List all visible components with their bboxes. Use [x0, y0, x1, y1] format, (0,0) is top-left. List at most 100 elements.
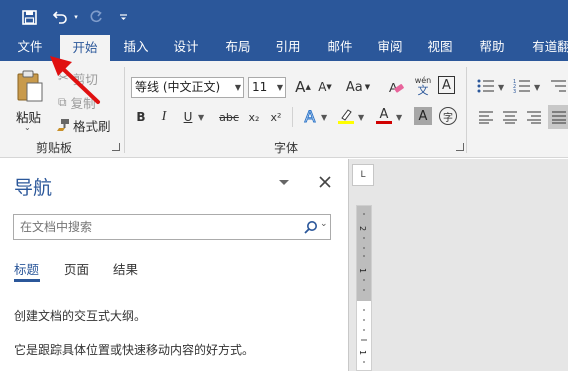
tab-review[interactable]: 审阅	[368, 33, 412, 61]
font-color-dropdown[interactable]: ▼	[396, 113, 402, 122]
clipboard-group-label: 剪贴板	[36, 141, 73, 155]
strikethrough-button[interactable]: abc	[218, 107, 240, 127]
undo-button[interactable]	[50, 6, 72, 28]
tab-stop-icon: L	[360, 170, 366, 180]
superscript-button[interactable]: x²	[266, 107, 286, 127]
underline-button[interactable]: U	[178, 107, 198, 127]
subscript-button[interactable]: x₂	[244, 107, 264, 127]
enclose-characters-icon: 字	[443, 112, 453, 124]
tab-mailings[interactable]: 邮件	[318, 33, 362, 61]
separator	[292, 107, 293, 127]
text-effects-dropdown[interactable]: ▼	[321, 113, 327, 122]
change-case-button[interactable]: Aa ▼	[344, 77, 372, 97]
tab-home[interactable]: 开始	[60, 35, 110, 61]
clear-formatting-icon: A	[389, 80, 404, 95]
tab-youdao[interactable]: 有道翻	[526, 33, 568, 61]
enclose-characters-button[interactable]: 字	[439, 107, 457, 125]
character-shading-button[interactable]: A	[414, 107, 432, 125]
undo-dropdown[interactable]: ▾	[72, 6, 80, 28]
strikethrough-icon: abc	[219, 110, 239, 124]
font-color-bar	[376, 121, 392, 124]
format-painter-label: 格式刷	[73, 118, 111, 134]
search-input[interactable]: ⌄	[13, 214, 331, 240]
tab-file[interactable]: 文件	[8, 33, 52, 61]
tab-selector-button[interactable]: L	[352, 164, 374, 186]
text-effects-button[interactable]: A	[300, 106, 320, 126]
chevron-down-icon[interactable]: ⌄	[320, 219, 328, 229]
nav-close-button[interactable]	[318, 175, 332, 189]
highlight-button[interactable]	[336, 106, 356, 126]
numbering-dropdown[interactable]: ▼	[534, 83, 540, 92]
tab-help[interactable]: 帮助	[470, 33, 514, 61]
save-button[interactable]	[18, 6, 40, 28]
align-left-button[interactable]	[476, 107, 496, 127]
paintbrush-icon	[57, 119, 69, 131]
separator	[466, 67, 467, 153]
italic-button[interactable]: I	[154, 107, 174, 127]
change-case-icon: Aa	[345, 79, 363, 95]
cut-button[interactable]: ✂ 剪切	[58, 68, 104, 88]
nav-options-button[interactable]	[278, 177, 290, 189]
nav-tab-headings[interactable]: 标题	[14, 259, 39, 278]
clear-formatting-button[interactable]: A	[386, 77, 406, 97]
phonetic-bottom: 文	[417, 83, 429, 97]
bullets-icon	[477, 79, 494, 93]
navigation-pane: 导航	[0, 159, 348, 371]
multilevel-list-icon	[551, 80, 566, 92]
grow-font-icon: A	[295, 78, 306, 96]
document-area	[348, 159, 568, 371]
tab-design[interactable]: 设计	[164, 33, 208, 61]
svg-text:3: 3	[513, 89, 516, 94]
tab-view[interactable]: 视图	[418, 33, 462, 61]
font-size-combo[interactable]: 11 ▼	[248, 77, 286, 98]
tab-references[interactable]: 引用	[266, 33, 310, 61]
nav-help-text-2: 它是跟踪具体位置或快速移动内容的好方式。	[14, 343, 255, 357]
vertical-ruler[interactable]: 2 1 1	[356, 205, 372, 371]
nav-tab-pages[interactable]: 页面	[64, 259, 89, 278]
font-color-button[interactable]: A	[374, 106, 394, 126]
copy-icon: ⧉	[58, 94, 67, 109]
align-center-icon	[503, 111, 517, 124]
character-border-icon: A	[442, 77, 451, 93]
numbering-button[interactable]: 1 2 3	[512, 76, 532, 96]
format-painter-button[interactable]: 格式刷	[56, 115, 112, 135]
highlight-dropdown[interactable]: ▼	[358, 113, 364, 122]
nav-tab-results[interactable]: 结果	[113, 259, 138, 278]
bullets-dropdown[interactable]: ▼	[498, 83, 504, 92]
customize-qat-button[interactable]	[116, 6, 130, 28]
paste-button[interactable]: 粘贴 ⌄	[10, 69, 50, 133]
font-name-combo[interactable]: 等线 (中文正文) ▼	[131, 77, 244, 98]
bold-button[interactable]: B	[131, 107, 151, 127]
bullets-button[interactable]	[476, 76, 496, 96]
copy-button[interactable]: ⧉ 复制	[58, 92, 104, 112]
align-left-icon	[479, 111, 493, 124]
character-border-button[interactable]: A	[438, 76, 455, 94]
font-name-value: 等线 (中文正文)	[135, 80, 221, 94]
redo-button[interactable]	[86, 6, 106, 28]
tab-layout[interactable]: 布局	[216, 33, 260, 61]
justify-button[interactable]	[548, 105, 568, 129]
paste-dropdown-icon[interactable]: ⌄	[24, 123, 31, 132]
search-field[interactable]	[20, 218, 290, 236]
chevron-down-icon: ▼	[276, 83, 283, 92]
tab-insert[interactable]: 插入	[114, 33, 158, 61]
ruler-ticks	[361, 213, 367, 363]
phonetic-guide-button[interactable]: wén 文	[413, 73, 433, 99]
align-center-button[interactable]	[500, 107, 520, 127]
font-color-icon: A	[379, 107, 389, 122]
clipboard-dialog-launcher[interactable]	[112, 143, 120, 151]
grow-font-button[interactable]: A ▲	[293, 77, 313, 97]
multilevel-list-button[interactable]	[548, 76, 568, 96]
justify-icon	[552, 111, 566, 124]
align-right-button[interactable]	[524, 107, 544, 127]
italic-icon: I	[161, 109, 167, 124]
ribbon-home: 粘贴 ⌄ ✂ 剪切 ⧉ 复制 格式刷 剪贴板 等线 (中文正文) ▼ 11 ▼ …	[0, 61, 568, 158]
font-dialog-launcher[interactable]	[456, 143, 464, 151]
superscript-icon: x²	[270, 110, 282, 124]
align-right-icon	[527, 111, 541, 124]
underline-dropdown[interactable]: ▼	[198, 113, 204, 122]
shrink-font-button[interactable]: A ▼	[315, 77, 335, 97]
search-icon[interactable]	[304, 220, 318, 234]
character-shading-icon: A	[418, 108, 428, 124]
font-size-value: 11	[252, 80, 268, 94]
